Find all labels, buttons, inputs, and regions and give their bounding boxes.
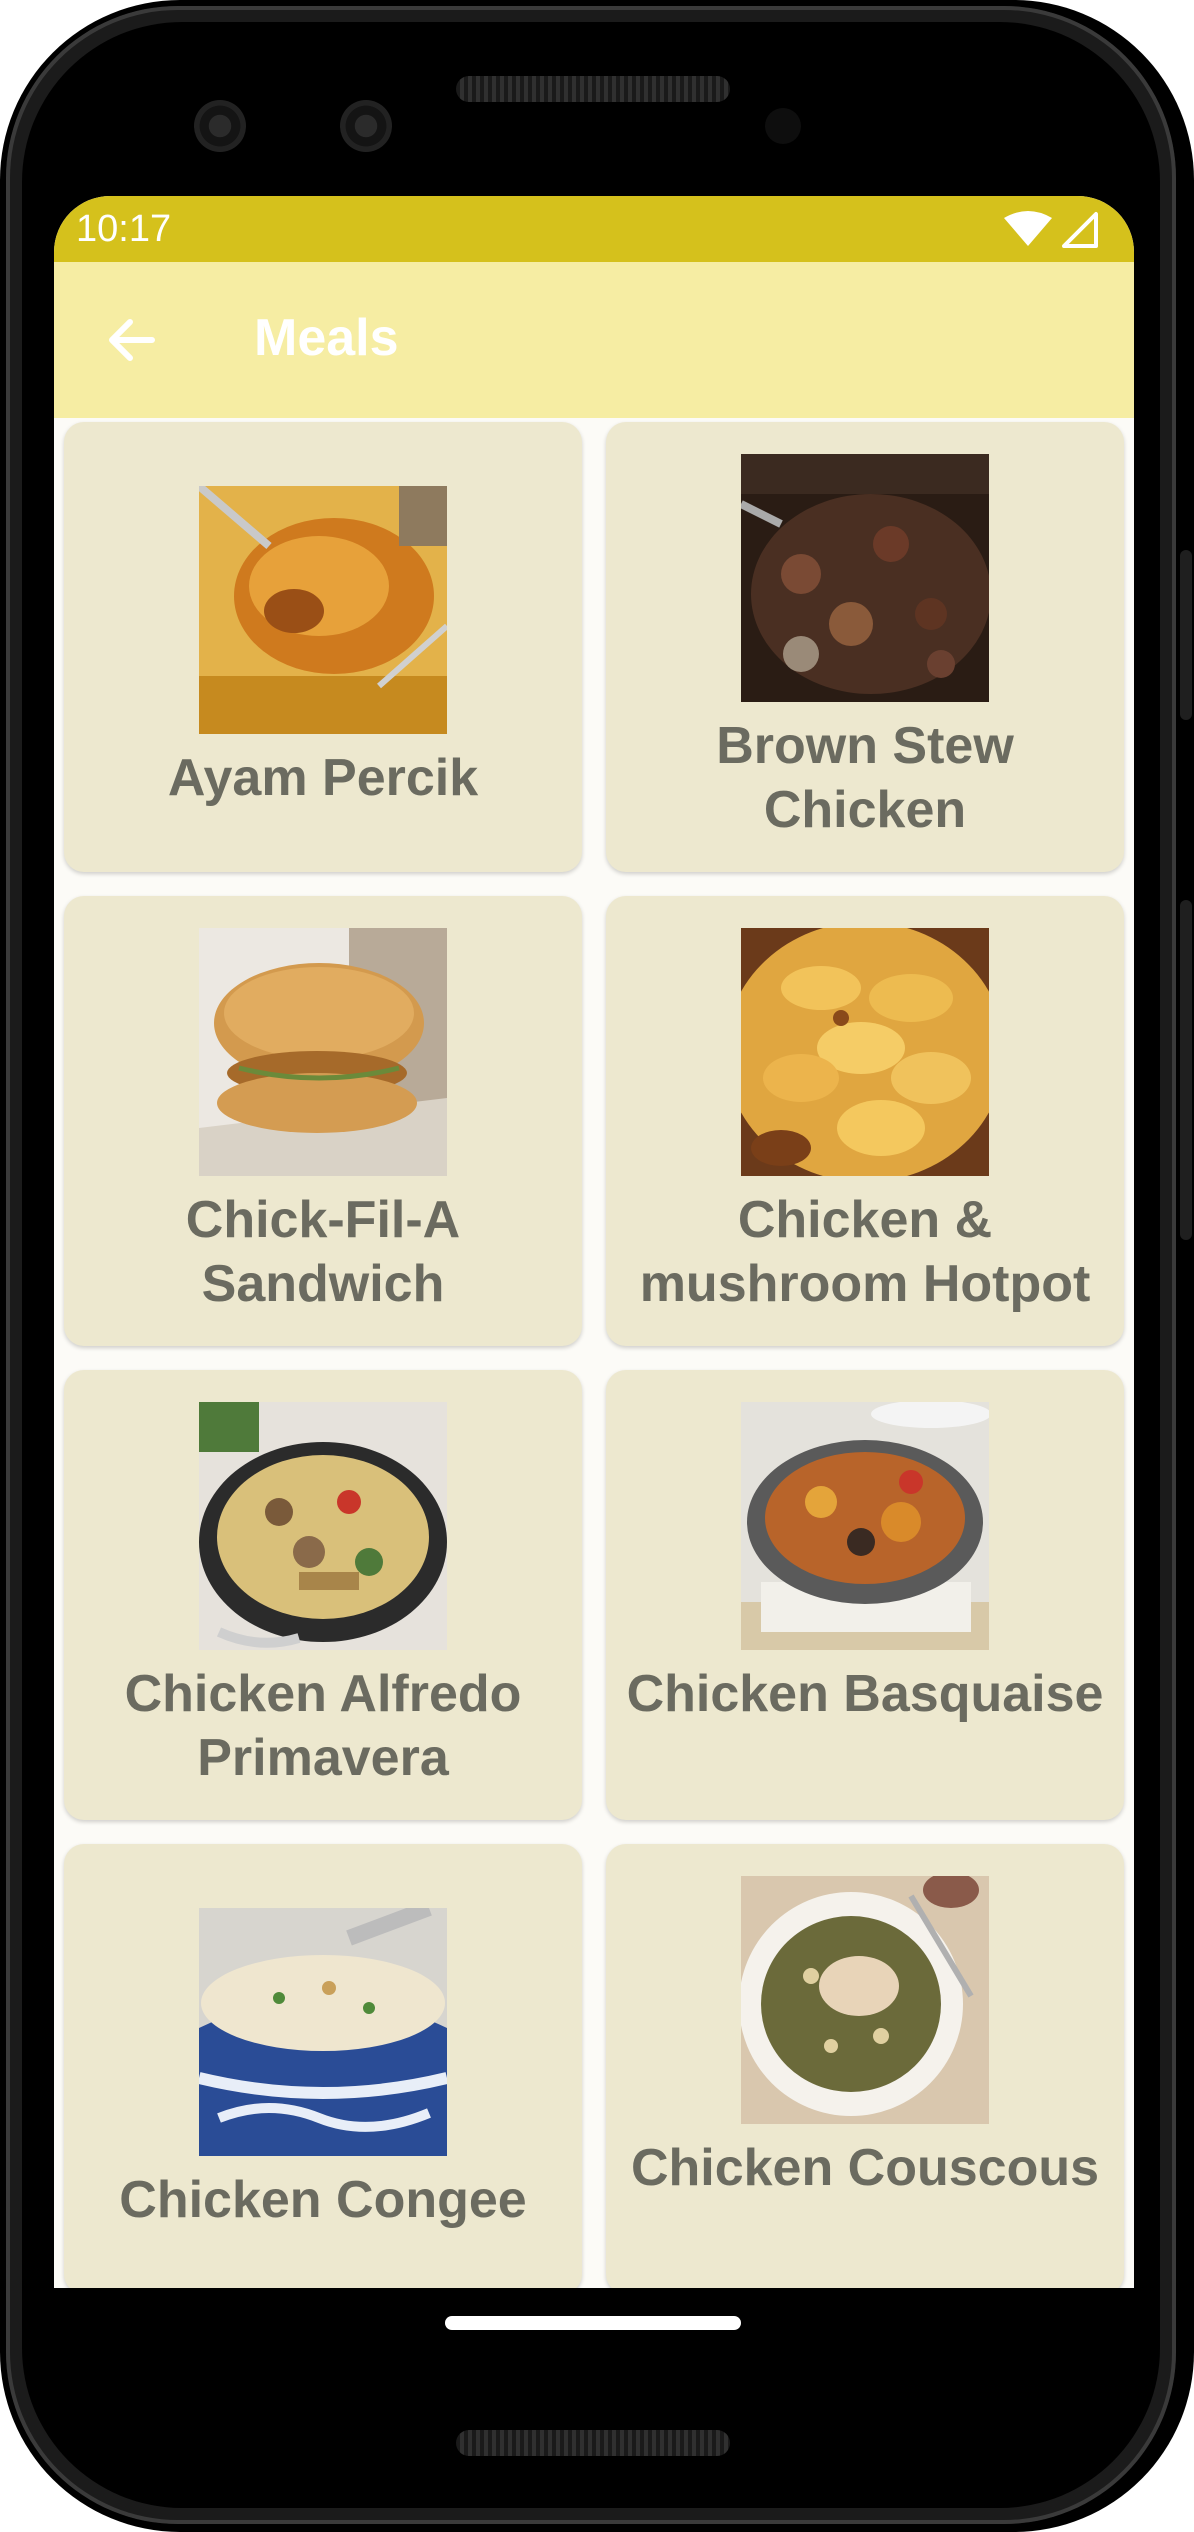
- status-icons: [988, 210, 1108, 250]
- meal-card[interactable]: Chicken & mushroom Hotpot: [606, 896, 1124, 1346]
- meal-card[interactable]: Brown Stew Chicken: [606, 422, 1124, 872]
- front-camera-icon: [194, 100, 246, 152]
- meal-card[interactable]: Chick-Fil-A Sandwich: [64, 896, 582, 1346]
- meal-thumbnail: [741, 454, 989, 702]
- meal-card[interactable]: Chicken Basquaise: [606, 1370, 1124, 1820]
- earpiece-speaker: [456, 76, 730, 102]
- meal-card[interactable]: Chicken Couscous: [606, 1844, 1124, 2288]
- status-time: 10:17: [76, 208, 172, 250]
- meal-thumbnail: [741, 1876, 989, 2124]
- meal-thumbnail: [741, 1402, 989, 1650]
- meal-name: Chicken Basquaise: [626, 1665, 1104, 1723]
- meal-thumbnail: [199, 486, 447, 734]
- home-gesture-handle[interactable]: [445, 2316, 741, 2330]
- meal-name: Chicken Congee: [119, 2171, 527, 2229]
- meal-card[interactable]: Chicken Congee: [64, 1844, 582, 2288]
- app-bar: Meals: [54, 262, 1134, 418]
- meal-card[interactable]: Chicken Alfredo Primavera: [64, 1370, 582, 1820]
- volume-button: [1180, 900, 1192, 1240]
- wifi-icon: [1004, 211, 1052, 246]
- meal-card[interactable]: Ayam Percik: [64, 422, 582, 872]
- meal-name: Brown Stew Chicken: [716, 717, 1014, 839]
- meal-name: Chick-Fil-A Sandwich: [185, 1191, 461, 1313]
- power-button: [1180, 550, 1192, 720]
- meal-name: Ayam Percik: [167, 749, 479, 807]
- meal-name: Chicken & mushroom Hotpot: [639, 1191, 1091, 1313]
- status-bar: 10:17: [54, 196, 1134, 262]
- meal-name: Chicken Alfredo Primavera: [124, 1665, 522, 1787]
- meal-thumbnail: [741, 928, 989, 1176]
- bottom-speaker: [456, 2430, 730, 2456]
- app-screen: 10:17 Meals Ayam Percik Brown Stew Chick…: [54, 196, 1134, 2288]
- meal-grid[interactable]: Ayam Percik Brown Stew Chicken Chick-Fil…: [54, 418, 1134, 2288]
- meal-name: Chicken Couscous: [630, 2139, 1100, 2197]
- meal-thumbnail: [199, 1402, 447, 1650]
- arrow-back-icon: [109, 319, 155, 361]
- meal-thumbnail: [199, 1908, 447, 2156]
- front-camera-icon: [340, 100, 392, 152]
- meal-thumbnail: [199, 928, 447, 1176]
- proximity-sensor: [765, 108, 801, 144]
- cell-signal-icon: [1062, 212, 1098, 248]
- back-button[interactable]: [94, 302, 170, 378]
- page-title: Meals: [254, 309, 399, 367]
